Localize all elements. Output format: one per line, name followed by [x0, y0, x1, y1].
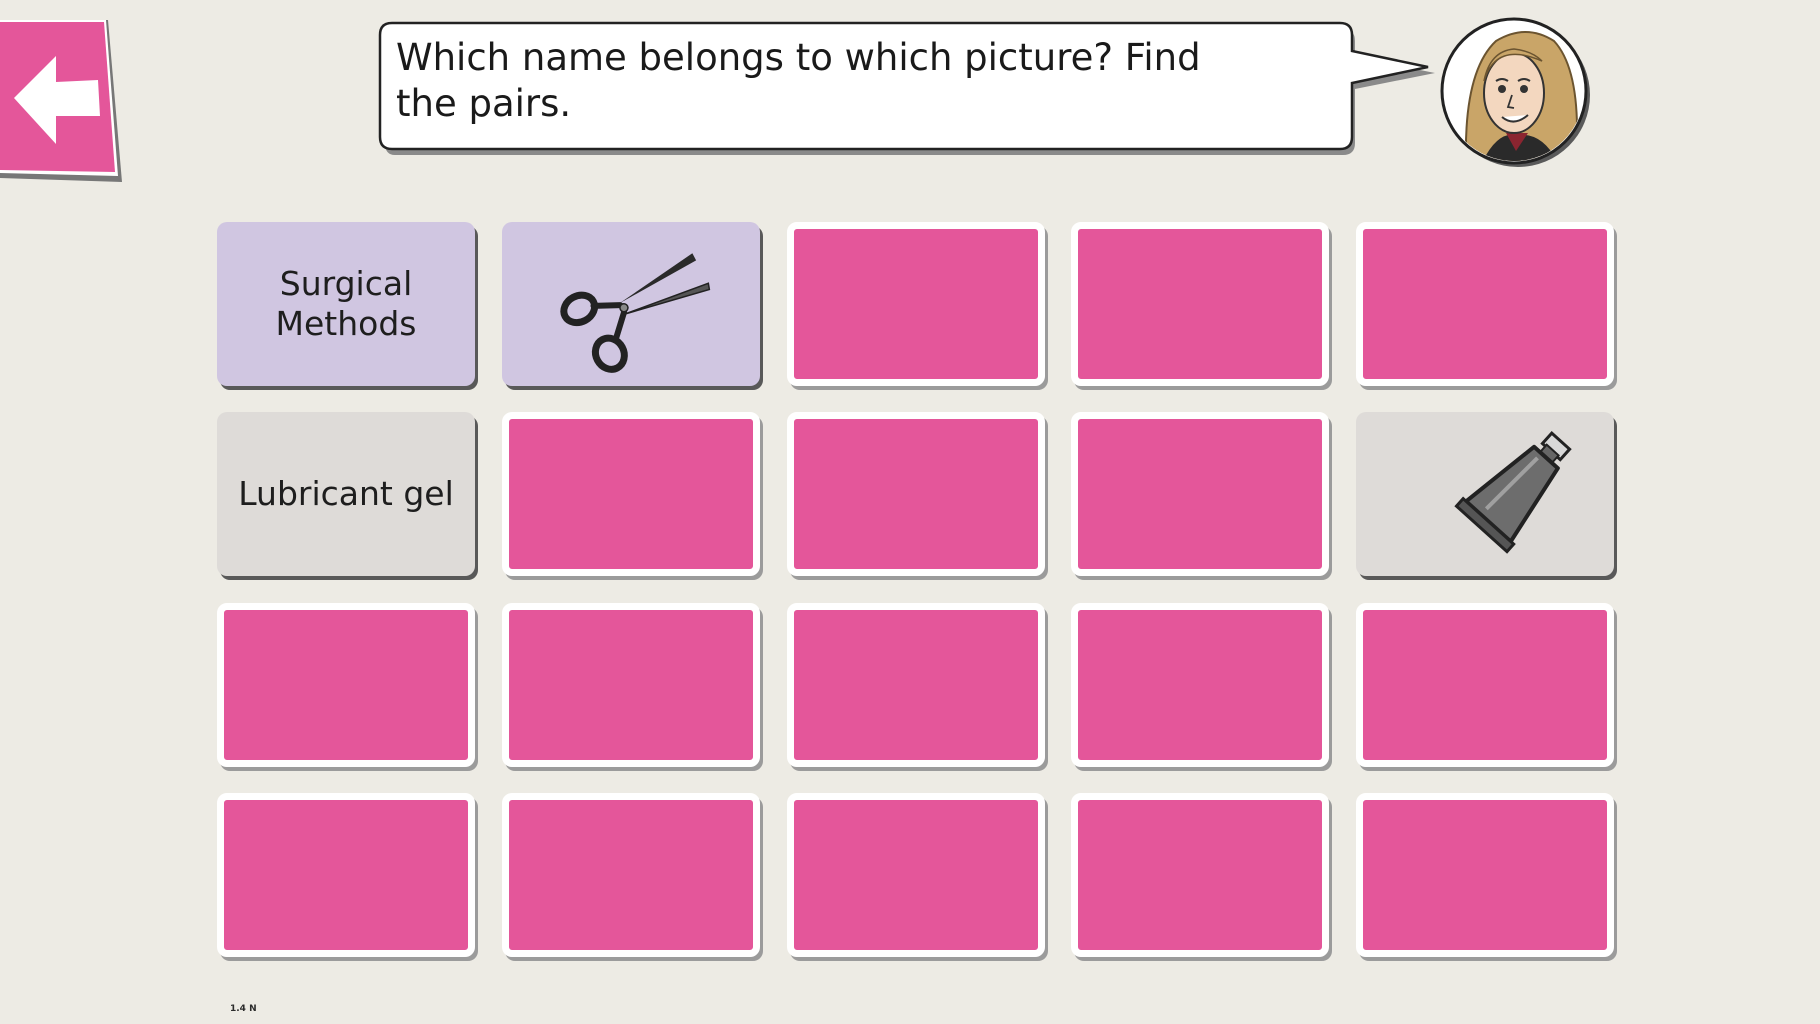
card-face-down[interactable]: [787, 412, 1045, 576]
card-face-down[interactable]: [1071, 222, 1329, 386]
card-face-down[interactable]: [1071, 412, 1329, 576]
card-face-down[interactable]: [1356, 222, 1614, 386]
card-face-down[interactable]: [1356, 603, 1614, 767]
card-face-down[interactable]: [1356, 793, 1614, 957]
card-label: Lubricant gel: [238, 474, 454, 513]
card-revealed-text[interactable]: Surgical Methods: [217, 222, 475, 386]
card-face-down[interactable]: [502, 793, 760, 957]
card-face-down[interactable]: [217, 793, 475, 957]
instruction-text: Which name belongs to which picture? Fin…: [396, 36, 1201, 125]
card-revealed-picture[interactable]: [1356, 412, 1614, 576]
card-face-down[interactable]: [1071, 793, 1329, 957]
card-face-down[interactable]: [787, 603, 1045, 767]
guide-avatar: [1436, 11, 1592, 167]
card-face-down[interactable]: [217, 603, 475, 767]
version-label: 1.4 N: [230, 1004, 257, 1014]
card-face-down[interactable]: [502, 412, 760, 576]
card-face-down[interactable]: [502, 603, 760, 767]
card-label: Surgical Methods: [275, 264, 417, 343]
card-face-down[interactable]: [1071, 603, 1329, 767]
card-revealed-picture[interactable]: [502, 222, 760, 386]
card-face-down[interactable]: [787, 793, 1045, 957]
card-revealed-text[interactable]: Lubricant gel: [217, 412, 475, 576]
instruction-speech-bubble: Which name belongs to which picture? Fin…: [378, 21, 1435, 155]
back-button[interactable]: [0, 20, 127, 185]
card-face-down[interactable]: [787, 222, 1045, 386]
